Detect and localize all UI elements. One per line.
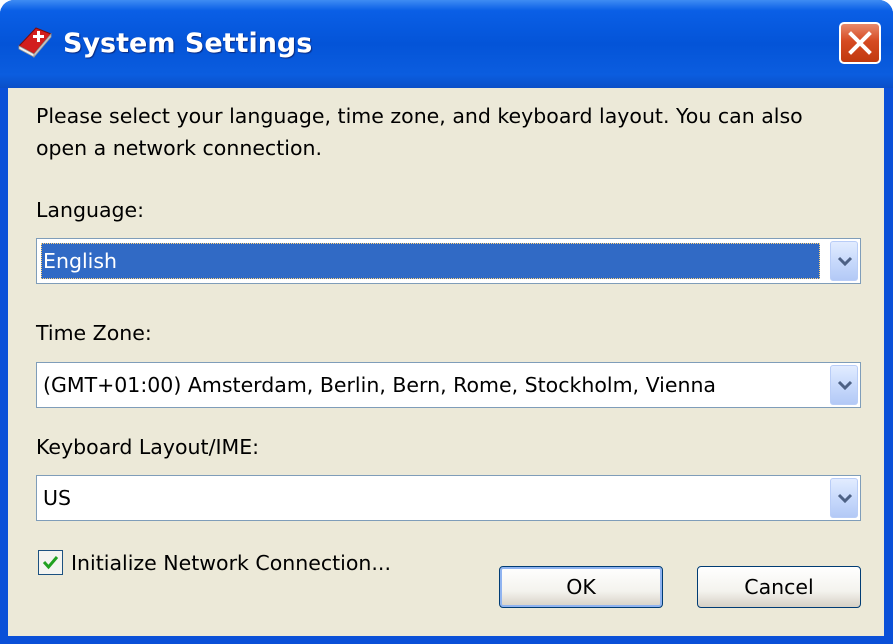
time-zone-select[interactable]: (GMT+01:00) Amsterdam, Berlin, Bern, Rom…	[36, 362, 861, 408]
network-checkbox-label[interactable]: Initialize Network Connection...	[71, 548, 391, 578]
system-settings-dialog: System Settings Please select your langu…	[0, 0, 893, 644]
close-button[interactable]	[839, 22, 881, 64]
dialog-body: Please select your language, time zone, …	[8, 88, 884, 636]
checkmark-icon	[42, 556, 59, 570]
close-icon	[848, 31, 872, 55]
language-dropdown-button[interactable]	[830, 241, 858, 281]
keyboard-layout-select[interactable]: US	[36, 475, 861, 521]
chevron-down-icon	[837, 256, 853, 266]
language-value: English	[41, 243, 820, 279]
window-title: System Settings	[63, 28, 313, 59]
instructions-line-1: Please select your language, time zone, …	[36, 104, 803, 128]
time-zone-dropdown-button[interactable]	[830, 365, 858, 405]
ok-button[interactable]: OK	[499, 566, 663, 608]
keyboard-layout-label: Keyboard Layout/IME:	[36, 435, 260, 459]
chevron-down-icon	[837, 493, 853, 503]
title-bar[interactable]: System Settings	[0, 0, 893, 88]
chevron-down-icon	[837, 380, 853, 390]
app-icon	[18, 27, 52, 58]
instructions-line-2: open a network connection.	[36, 136, 322, 160]
network-checkbox[interactable]	[38, 550, 63, 575]
keyboard-layout-value: US	[43, 486, 72, 510]
language-label: Language:	[36, 198, 145, 222]
time-zone-label: Time Zone:	[36, 321, 152, 345]
language-select[interactable]: English	[36, 238, 861, 284]
time-zone-value: (GMT+01:00) Amsterdam, Berlin, Bern, Rom…	[43, 373, 716, 397]
instructions-text: Please select your language, time zone, …	[36, 100, 866, 164]
cancel-button[interactable]: Cancel	[697, 566, 861, 608]
keyboard-layout-dropdown-button[interactable]	[830, 478, 858, 518]
